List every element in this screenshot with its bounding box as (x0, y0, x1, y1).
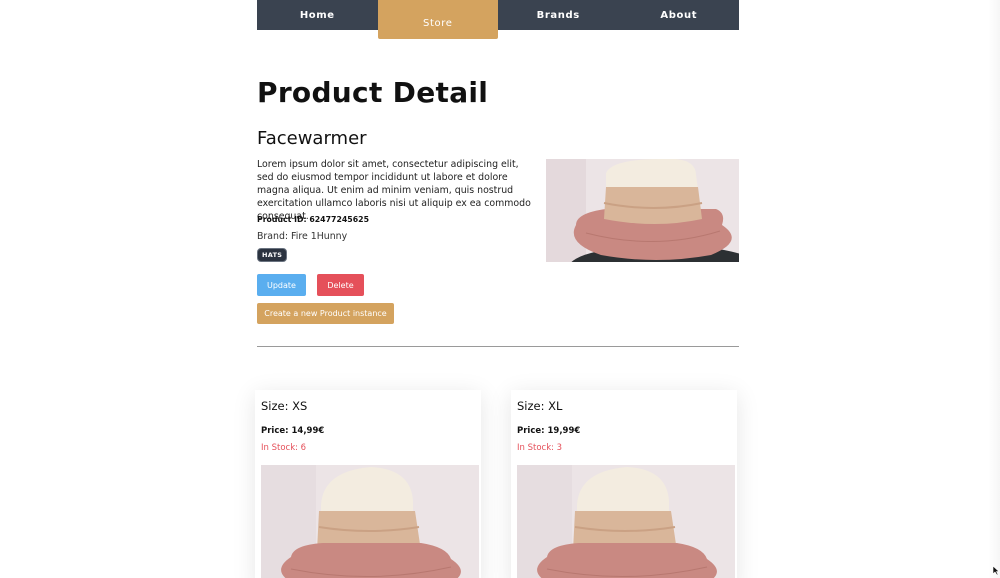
instance-price: Price: 14,99€ (261, 426, 325, 436)
delete-button[interactable]: Delete (317, 274, 364, 296)
update-button[interactable]: Update (257, 274, 306, 296)
page-title: Product Detail (257, 76, 489, 109)
hat-photo-icon (517, 465, 735, 578)
hat-photo-icon (546, 159, 739, 262)
product-instance-card: Size: XS Price: 14,99€ In Stock: 6 (255, 390, 481, 578)
page: Home Store Brands About Product Detail F… (0, 0, 1000, 578)
hat-photo-icon (261, 465, 479, 578)
product-brand: Brand: Fire 1Hunny (257, 231, 348, 242)
product-image (546, 159, 739, 262)
window-edge-shadow (988, 0, 1000, 578)
create-instance-button[interactable]: Create a new Product instance (257, 303, 394, 324)
instance-image (261, 465, 479, 578)
instance-price: Price: 19,99€ (517, 426, 581, 436)
instance-stock: In Stock: 3 (517, 443, 563, 453)
instance-stock: In Stock: 6 (261, 443, 307, 453)
nav-home[interactable]: Home (257, 0, 378, 30)
instance-size: Size: XS (261, 399, 308, 413)
nav-brands[interactable]: Brands (498, 0, 619, 30)
product-name: Facewarmer (257, 128, 367, 149)
product-instance-card: Size: XL Price: 19,99€ In Stock: 3 (511, 390, 737, 578)
mouse-cursor-icon (992, 566, 1000, 576)
instance-image (517, 465, 735, 578)
instance-size: Size: XL (517, 399, 563, 413)
nav-store[interactable]: Store (377, 0, 498, 39)
section-divider (257, 346, 739, 347)
main-nav: Home Store Brands About (257, 0, 740, 39)
product-description: Lorem ipsum dolor sit amet, consectetur … (257, 159, 531, 222)
product-id: Product ID: 62477245625 (257, 215, 369, 224)
category-badge: HATS (257, 248, 288, 262)
nav-about[interactable]: About (619, 0, 740, 30)
